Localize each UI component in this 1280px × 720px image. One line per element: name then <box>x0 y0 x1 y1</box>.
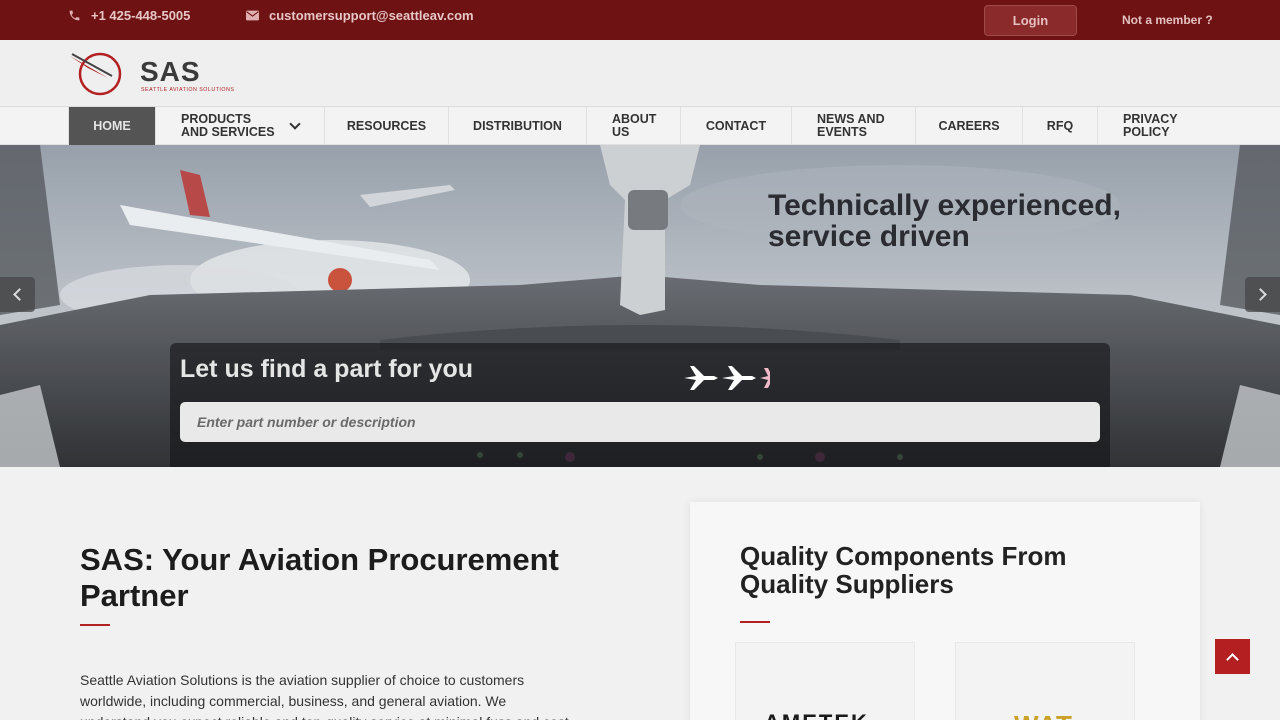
logo-subtitle: SEATTLE AVIATION SOLUTIONS <box>141 87 234 93</box>
chevron-down-icon <box>289 117 301 130</box>
suppliers-divider <box>740 621 770 623</box>
hero-slider: Technically experienced, service driven … <box>0 145 1280 467</box>
main-nav: HOME PRODUCTS AND SERVICES RESOURCES DIS… <box>0 107 1280 145</box>
nav-rfq[interactable]: RFQ <box>1023 107 1098 145</box>
nav-home[interactable]: HOME <box>68 107 156 145</box>
nav-label: RFQ <box>1046 118 1074 133</box>
nav-label: PRODUCTS AND SERVICES <box>181 112 275 139</box>
intro-paragraph: Seattle Aviation Solutions is the aviati… <box>80 672 573 720</box>
scroll-to-top-button[interactable] <box>1215 639 1250 674</box>
email-address: customersupport@seattleav.com <box>269 8 474 23</box>
slider-prev-button[interactable] <box>0 277 35 312</box>
nav-news-and-events[interactable]: NEWS AND EVENTS <box>792 107 916 145</box>
chevron-right-icon <box>1254 288 1267 301</box>
hero-tagline: Technically experienced, service driven <box>768 189 1121 253</box>
supplier-logo-card[interactable]: WAT <box>955 642 1135 720</box>
supplier-logo-card[interactable]: AMETEK <box>735 642 915 720</box>
heading-divider <box>80 624 110 626</box>
login-button[interactable]: Login <box>984 5 1077 36</box>
nav-label: DISTRIBUTION <box>473 118 562 133</box>
nav-about-us[interactable]: ABOUT US <box>587 107 681 145</box>
airplanes-icon <box>684 366 770 390</box>
nav-privacy-policy[interactable]: PRIVACY POLICY <box>1098 107 1208 145</box>
part-search-title: Let us find a part for you <box>180 355 474 383</box>
nav-label: NEWS AND EVENTS <box>817 112 885 139</box>
nav-label: HOME <box>93 118 131 133</box>
top-bar: +1 425-448-5005 customersupport@seattlea… <box>0 0 1280 40</box>
not-member-link[interactable]: Not a member ? <box>1122 13 1213 27</box>
email-contact[interactable]: customersupport@seattleav.com <box>246 8 474 23</box>
nav-label: RESOURCES <box>346 118 427 133</box>
nav-careers[interactable]: CAREERS <box>916 107 1023 145</box>
envelope-icon <box>246 10 259 21</box>
nav-products-and-services[interactable]: PRODUCTS AND SERVICES <box>156 107 325 145</box>
nav-label: ABOUT US <box>612 112 657 139</box>
logo-wordmark: SAS <box>140 56 201 87</box>
part-search-input[interactable] <box>180 402 1100 442</box>
nav-distribution[interactable]: DISTRIBUTION <box>449 107 587 145</box>
sas-logo[interactable]: SAS SEATTLE AVIATION SOLUTIONS <box>68 50 238 100</box>
part-search-panel: Let us find a part for you <box>170 343 1110 467</box>
nav-resources[interactable]: RESOURCES <box>325 107 449 145</box>
intro-heading: SAS: Your Aviation Procurement Partner <box>80 542 559 613</box>
wat-logo: WAT <box>1014 710 1073 720</box>
nav-label: PRIVACY POLICY <box>1123 112 1178 139</box>
chevron-up-icon <box>1226 652 1239 666</box>
nav-label: CAREERS <box>938 118 1000 133</box>
slider-next-button[interactable] <box>1245 277 1280 312</box>
nav-label: CONTACT <box>705 118 767 133</box>
suppliers-card: Quality Components From Quality Supplier… <box>690 502 1200 720</box>
phone-number: +1 425-448-5005 <box>91 8 191 23</box>
suppliers-heading: Quality Components From Quality Supplier… <box>740 541 1067 599</box>
nav-contact[interactable]: CONTACT <box>681 107 792 145</box>
chevron-left-icon <box>13 288 26 301</box>
intro-section: SAS: Your Aviation Procurement Partner S… <box>80 542 600 720</box>
phone-contact[interactable]: +1 425-448-5005 <box>68 8 190 23</box>
phone-icon <box>69 10 80 21</box>
site-header: SAS SEATTLE AVIATION SOLUTIONS <box>0 40 1280 107</box>
ametek-logo: AMETEK <box>764 710 869 720</box>
